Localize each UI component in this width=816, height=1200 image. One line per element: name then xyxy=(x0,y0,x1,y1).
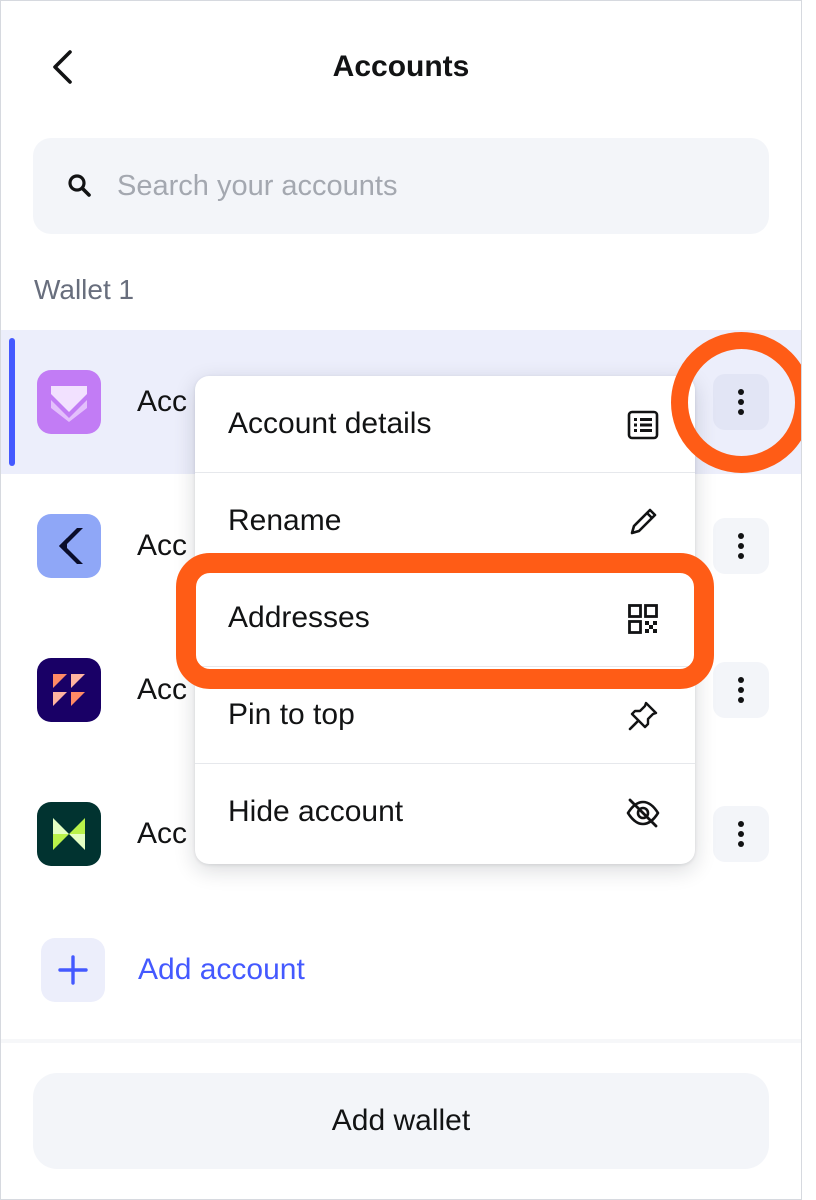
add-account-icon-box xyxy=(41,938,105,1002)
pin-icon xyxy=(625,698,661,734)
page-title: Accounts xyxy=(332,50,470,83)
account-avatar xyxy=(37,658,101,722)
search-input[interactable] xyxy=(115,168,719,204)
account-avatar xyxy=(37,514,101,578)
pencil-icon xyxy=(625,504,661,540)
selected-indicator xyxy=(9,338,15,466)
menu-item-label: Hide account xyxy=(228,795,404,828)
menu-item-account-details[interactable]: Account details xyxy=(195,376,695,473)
menu-item-rename[interactable]: Rename xyxy=(195,473,695,570)
account-avatar xyxy=(37,802,101,866)
account-avatar-icon xyxy=(37,370,101,434)
account-name: Acc xyxy=(137,673,188,706)
account-name: Acc xyxy=(137,817,188,850)
add-wallet-button[interactable]: Add wallet xyxy=(33,1073,769,1169)
account-options-button[interactable] xyxy=(713,374,769,430)
search-box[interactable] xyxy=(33,138,769,234)
account-options-button[interactable] xyxy=(713,518,769,574)
menu-item-label: Rename xyxy=(228,504,342,537)
account-avatar-icon xyxy=(37,658,101,722)
menu-item-hide-account[interactable]: Hide account xyxy=(195,764,695,861)
list-icon xyxy=(625,407,661,443)
more-vertical-icon xyxy=(738,389,744,415)
accounts-screen: Accounts Wallet 1 Acc xyxy=(0,0,802,1200)
search-icon xyxy=(65,171,95,201)
account-avatar-icon xyxy=(37,802,101,866)
menu-item-pin-to-top[interactable]: Pin to top xyxy=(195,667,695,764)
menu-item-label: Account details xyxy=(228,407,432,440)
add-account-button[interactable]: Add account xyxy=(1,937,801,1003)
plus-icon xyxy=(58,955,88,985)
account-options-button[interactable] xyxy=(713,806,769,862)
account-name: Acc xyxy=(137,385,188,418)
add-account-label: Add account xyxy=(138,953,305,986)
menu-item-label: Addresses xyxy=(228,601,370,634)
footer-divider xyxy=(1,1039,801,1043)
more-vertical-icon xyxy=(738,677,744,703)
account-context-menu: Account details Rename Addresses Pin to … xyxy=(195,376,695,864)
eye-slash-icon xyxy=(625,795,661,831)
more-vertical-icon xyxy=(738,821,744,847)
account-name: Acc xyxy=(137,529,188,562)
menu-item-addresses[interactable]: Addresses xyxy=(195,570,695,667)
wallet-label: Wallet 1 xyxy=(34,274,135,305)
more-vertical-icon xyxy=(738,533,744,559)
account-options-button[interactable] xyxy=(713,662,769,718)
account-avatar xyxy=(37,370,101,434)
account-avatar-icon xyxy=(37,514,101,578)
menu-item-label: Pin to top xyxy=(228,698,355,731)
qr-code-icon xyxy=(625,601,661,637)
